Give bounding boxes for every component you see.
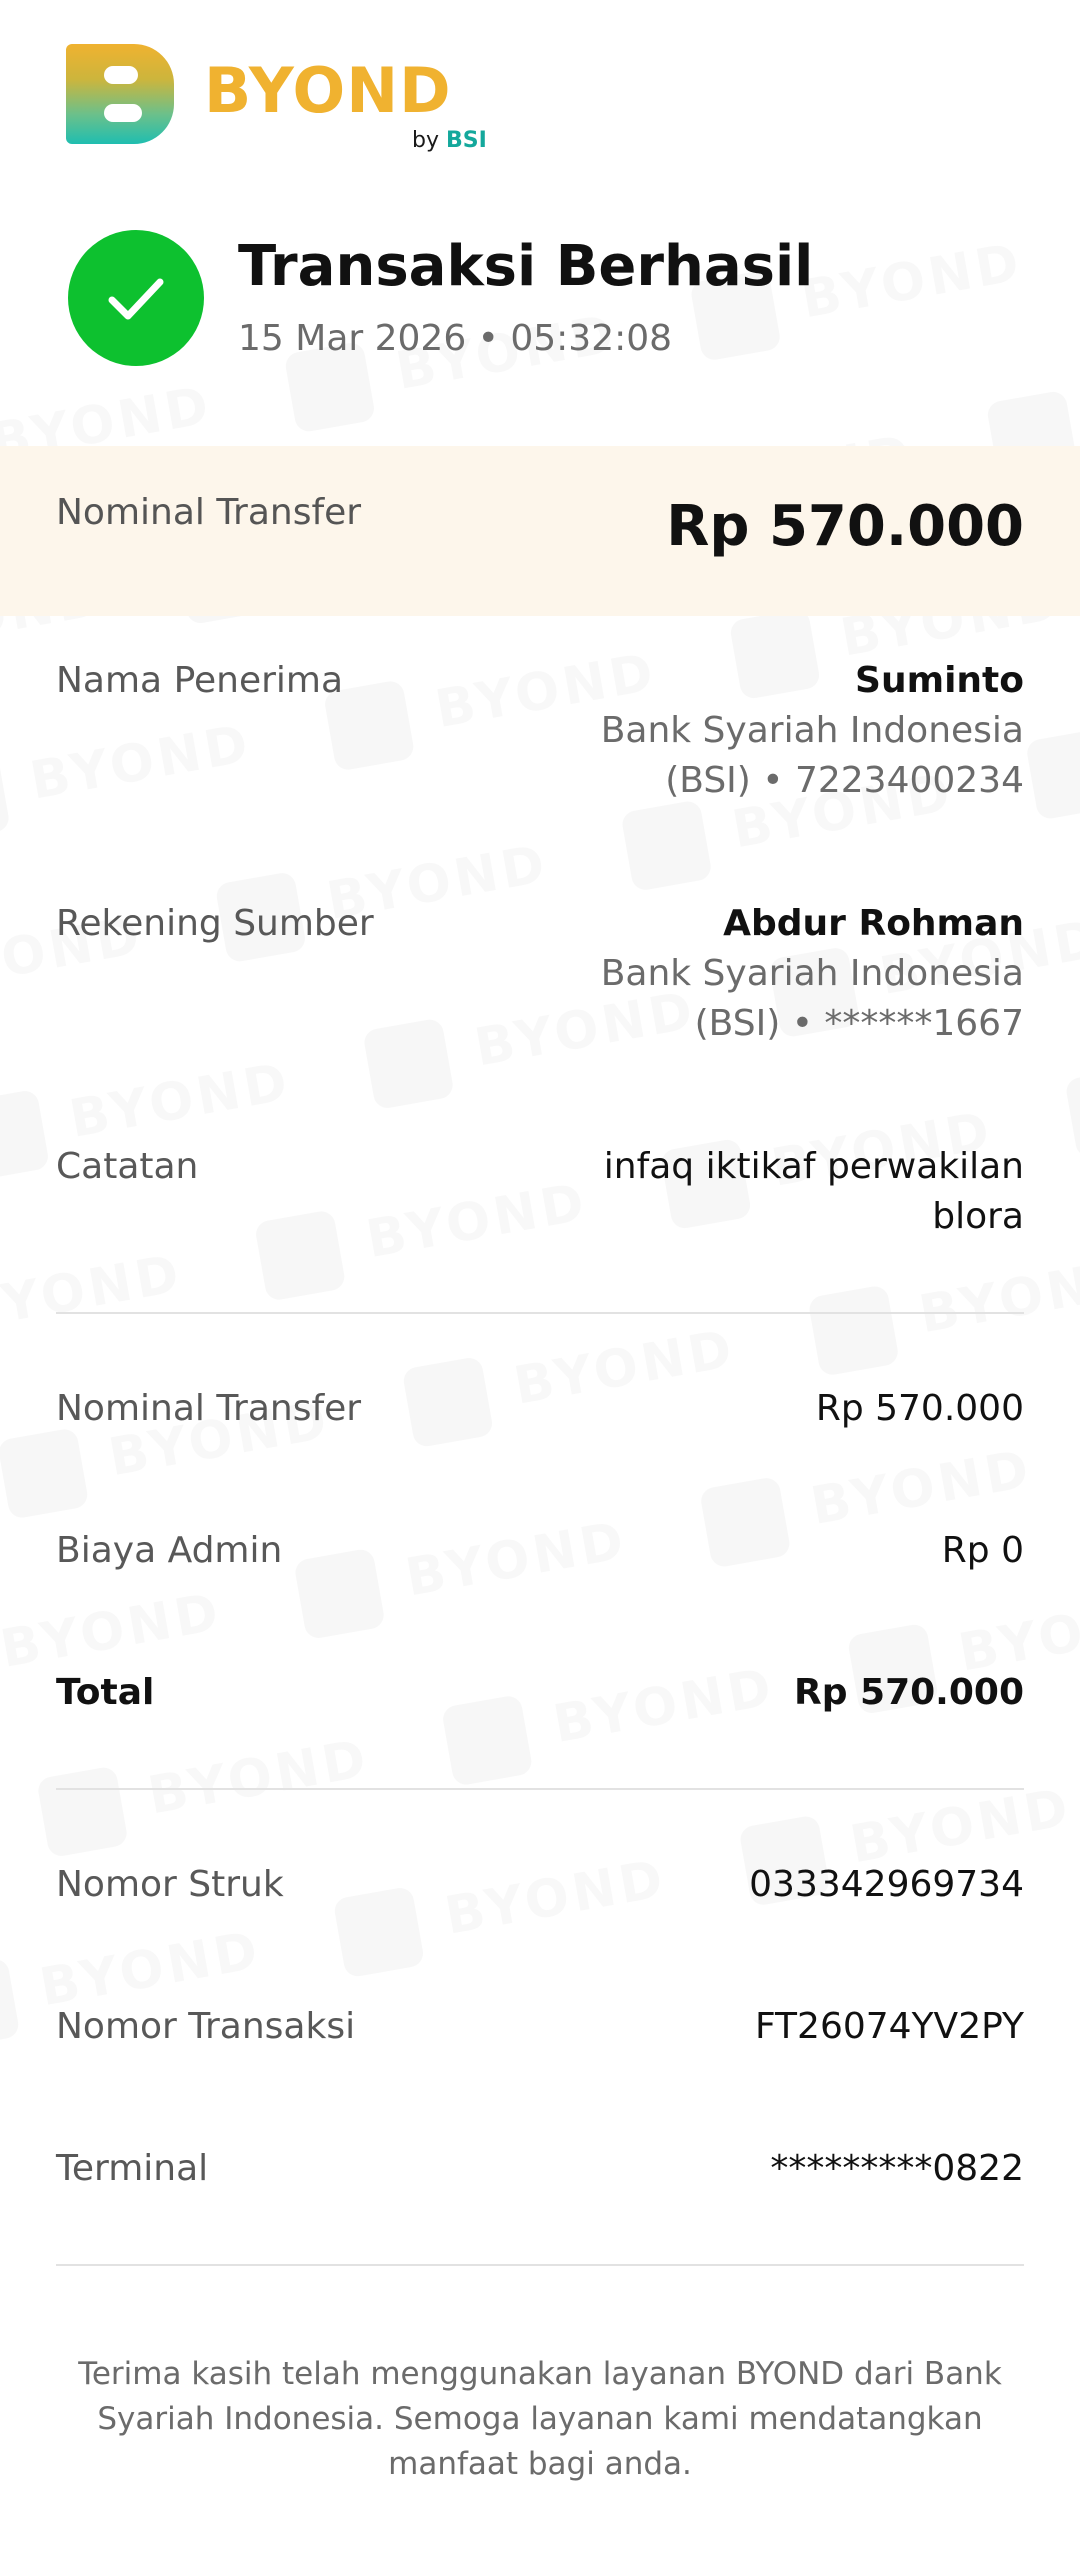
- source-account-row: Rekening Sumber Abdur Rohman Bank Syaria…: [56, 899, 1024, 1049]
- recipient-label: Nama Penerima: [56, 660, 344, 701]
- terminal-value: *********0822: [770, 2148, 1024, 2189]
- recipient-row: Nama Penerima Suminto Bank Syariah Indon…: [56, 656, 1024, 806]
- terminal-label: Terminal: [56, 2148, 209, 2189]
- total-value: Rp 570.000: [794, 1672, 1024, 1713]
- source-account-label: Rekening Sumber: [56, 903, 374, 944]
- logo-subtitle: by BSI: [412, 128, 487, 153]
- success-check-icon: [68, 230, 204, 366]
- admin-fee-label: Biaya Admin: [56, 1530, 283, 1571]
- transaction-datetime: 15 Mar 2026 • 05:32:08: [238, 318, 673, 359]
- admin-fee-row: Biaya Admin Rp 0: [56, 1526, 1024, 1576]
- receipt-page: BYONDBYONDBYONDBYOND BYONDBYONDBYONDBYON…: [0, 0, 1080, 2562]
- transfer-amount-row: Nominal Transfer Rp 570.000: [56, 1384, 1024, 1434]
- amount-value: Rp 570.000: [666, 494, 1024, 559]
- recipient-value: Suminto Bank Syariah Indonesia (BSI) • 7…: [584, 656, 1024, 806]
- transaction-details: Nama Penerima Suminto Bank Syariah Indon…: [56, 616, 1024, 2266]
- source-account-name: Abdur Rohman: [723, 903, 1024, 944]
- source-account-bank: Bank Syariah Indonesia (BSI) • ******166…: [600, 953, 1024, 1044]
- transaction-number-value: FT26074YV2PY: [754, 2006, 1024, 2047]
- footer-thank-you-message: Terima kasih telah menggunakan layanan B…: [78, 2356, 1002, 2482]
- note-row: Catatan infaq iktikaf perwakilan blora: [56, 1142, 1024, 1242]
- receipt-number-row: Nomor Struk 033342969734: [56, 1860, 1024, 1910]
- receipt-number-value: 033342969734: [749, 1864, 1024, 1905]
- amount-summary: Nominal Transfer Rp 570.000: [0, 446, 1080, 616]
- amount-label: Nominal Transfer: [56, 492, 362, 533]
- transaction-number-label: Nomor Transaksi: [56, 2006, 356, 2047]
- note-value: infaq iktikaf perwakilan blora: [603, 1146, 1024, 1237]
- transfer-amount-label: Nominal Transfer: [56, 1388, 362, 1429]
- recipient-bank-account: Bank Syariah Indonesia (BSI) • 722340023…: [600, 710, 1024, 801]
- terminal-row: Terminal *********0822: [56, 2144, 1024, 2194]
- recipient-name: Suminto: [855, 660, 1024, 701]
- admin-fee-value: Rp 0: [941, 1530, 1024, 1571]
- source-account-value: Abdur Rohman Bank Syariah Indonesia (BSI…: [584, 899, 1024, 1049]
- transfer-amount-value: Rp 570.000: [815, 1388, 1024, 1429]
- note-label: Catatan: [56, 1146, 199, 1187]
- status-title: Transaksi Berhasil: [238, 234, 814, 299]
- logo-wordmark: BYOND: [204, 54, 452, 127]
- total-row: Total Rp 570.000: [56, 1668, 1024, 1718]
- transaction-status: Transaksi Berhasil 15 Mar 2026 • 05:32:0…: [68, 228, 1008, 378]
- divider: [56, 1788, 1024, 1790]
- receipt-number-label: Nomor Struk: [56, 1864, 284, 1905]
- divider: [56, 1312, 1024, 1314]
- transaction-number-row: Nomor Transaksi FT26074YV2PY: [56, 2002, 1024, 2052]
- byond-b-icon: [66, 44, 174, 144]
- divider: [56, 2264, 1024, 2266]
- byond-logo: BYOND by BSI: [66, 44, 506, 164]
- total-label: Total: [56, 1672, 155, 1713]
